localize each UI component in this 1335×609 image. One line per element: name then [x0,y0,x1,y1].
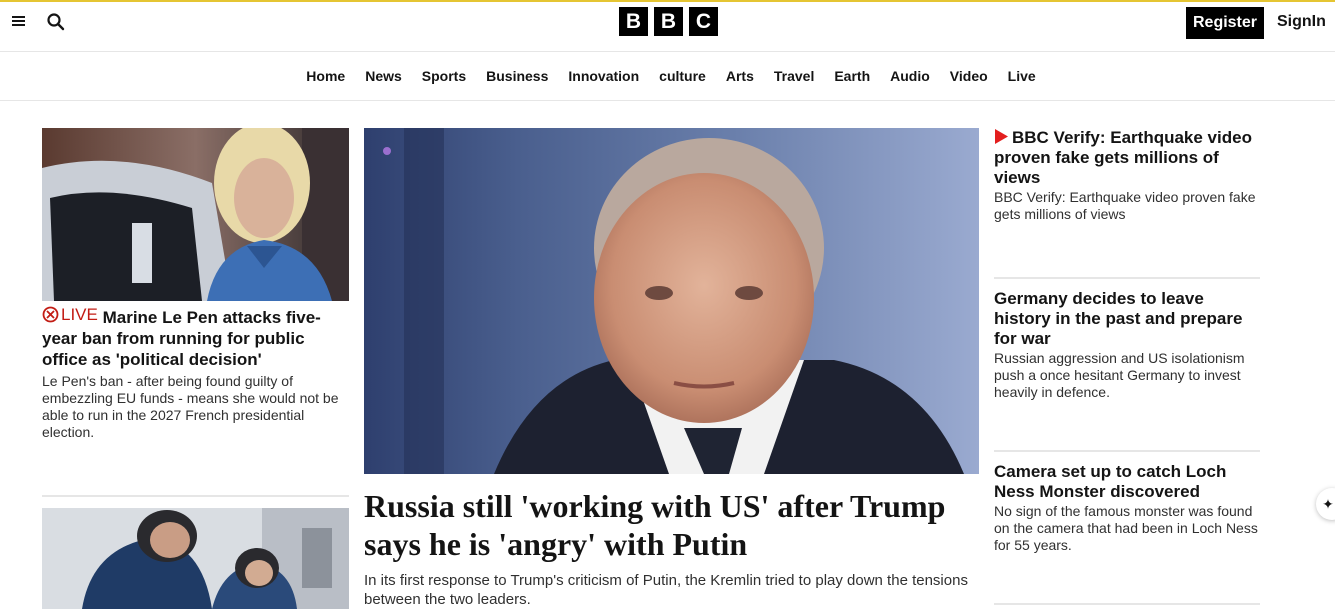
nav-item-live[interactable]: Live [998,68,1046,84]
search-icon[interactable] [46,12,66,32]
live-label: LIVE [61,305,98,324]
germany-summary: Russian aggression and US isolationism p… [994,350,1245,400]
verify-story[interactable]: BBC Verify: Earthquake video proven fake… [994,128,1260,223]
logo-block: B [654,7,683,36]
astronaut-story-image[interactable] [42,508,349,609]
verify-headline-text: BBC Verify: Earthquake video proven fake… [994,128,1252,187]
le-pen-headline[interactable]: LIVE Marine Le Pen attacks five-year ban… [42,304,349,370]
le-pen-summary: Le Pen's ban - after being found guilty … [42,373,339,440]
hero-headline[interactable]: Russia still 'working with US' after Tru… [364,487,979,563]
nav-item-sports[interactable]: Sports [412,68,476,84]
nav-item-home[interactable]: Home [296,68,355,84]
hero-summary: In its first response to Trump's critici… [364,572,968,608]
nav-item-audio[interactable]: Audio [880,68,940,84]
logo-block: C [689,7,718,36]
divider [994,277,1260,279]
divider [994,450,1260,452]
site-header: B B C Register SignIn [0,2,1335,52]
verify-headline[interactable]: BBC Verify: Earthquake video proven fake… [994,128,1260,188]
nav-item-video[interactable]: Video [940,68,998,84]
nav-item-earth[interactable]: Earth [824,68,880,84]
nav-item-innovation[interactable]: Innovation [558,68,649,84]
nav-item-travel[interactable]: Travel [764,68,824,84]
logo-block: B [619,7,648,36]
loch-ness-story[interactable]: Camera set up to catch Loch Ness Monster… [994,462,1260,554]
live-icon [42,306,59,323]
main-nav: Home News Sports Business Innovation cul… [0,53,1335,101]
germany-headline[interactable]: Germany decides to leave history in the … [994,289,1260,349]
hero-story-image[interactable] [364,128,979,474]
verify-summary: BBC Verify: Earthquake video proven fake… [994,189,1256,222]
loch-ness-headline[interactable]: Camera set up to catch Loch Ness Monster… [994,462,1260,502]
signin-link[interactable]: SignIn [1277,13,1326,31]
divider [994,603,1260,605]
le-pen-story[interactable]: LIVE Marine Le Pen attacks five-year ban… [42,304,349,441]
nav-item-culture[interactable]: culture [649,68,716,84]
le-pen-story-image[interactable] [42,128,349,301]
sparkle-button[interactable]: ✦ [1316,488,1335,520]
live-badge: LIVE [42,304,98,325]
hamburger-icon[interactable] [12,13,28,29]
play-icon [995,129,1008,144]
sparkle-icon: ✦ [1322,495,1334,512]
nav-item-arts[interactable]: Arts [716,68,764,84]
nav-item-business[interactable]: Business [476,68,558,84]
bbc-logo[interactable]: B B C [619,7,718,37]
register-button[interactable]: Register [1186,7,1264,39]
nav-item-news[interactable]: News [355,68,412,84]
germany-story[interactable]: Germany decides to leave history in the … [994,289,1260,401]
divider [42,495,349,497]
loch-ness-summary: No sign of the famous monster was found … [994,503,1258,553]
